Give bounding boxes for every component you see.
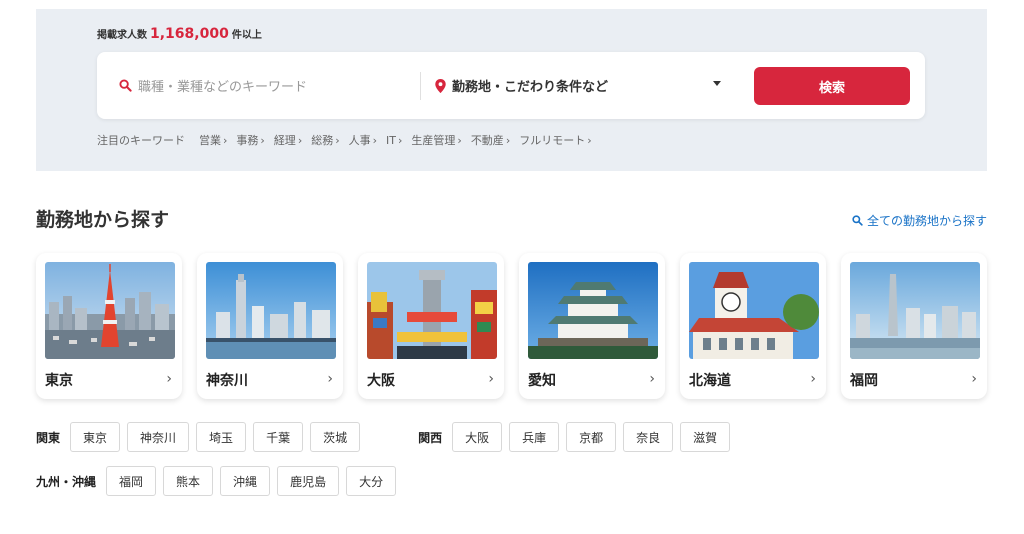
chevron-right-icon: › <box>372 134 378 147</box>
chevron-right-icon: › <box>223 134 228 147</box>
tsutenkaku-photo <box>367 262 497 359</box>
job-count-prefix: 掲載求人数 <box>97 30 147 41</box>
keyword-link[interactable]: フルリモート › <box>519 132 591 148</box>
chevron-right-icon: › <box>166 371 172 387</box>
pref-chip[interactable]: 兵庫 <box>509 422 560 452</box>
region-label-kansai: 関西 <box>418 430 443 445</box>
chevron-right-icon: › <box>810 371 816 387</box>
pref-chip[interactable]: 沖縄 <box>220 466 271 496</box>
pref-chip[interactable]: 京都 <box>566 422 617 452</box>
keyword-link[interactable]: 営業 › <box>199 132 227 148</box>
keyword-text: IT <box>386 133 396 147</box>
pref-chip[interactable]: 大分 <box>346 466 397 496</box>
location-name: 福岡 <box>850 373 878 389</box>
location-pin-icon <box>435 78 446 93</box>
keyword-text: 生産管理 <box>411 134 456 147</box>
sapporo-clock-tower-photo <box>689 262 819 359</box>
location-name: 東京 <box>45 373 73 389</box>
region-label-kyushu: 九州・沖縄 <box>36 474 97 489</box>
search-icon <box>852 215 863 226</box>
keyword-link[interactable]: 事務 › <box>236 132 264 148</box>
location-card-aichi[interactable]: 愛知 › <box>519 253 665 399</box>
location-cards: 東京 › 神奈川 › 大阪 › 愛知 › 北海道 › 福岡 › <box>36 253 987 401</box>
fukuoka-tower-photo <box>850 262 980 359</box>
yokohama-skyline-photo <box>206 262 336 359</box>
pref-chip[interactable]: 千葉 <box>253 422 304 452</box>
location-label: 勤務地・こだわり条件など <box>452 80 609 95</box>
pref-chip[interactable]: 奈良 <box>623 422 674 452</box>
location-card-kanagawa[interactable]: 神奈川 › <box>197 253 343 399</box>
keyword-text: 経理 <box>273 134 296 147</box>
section-title: 勤務地から探す <box>36 209 170 231</box>
keyword-link[interactable]: 生産管理 › <box>411 132 461 148</box>
location-card-fukuoka[interactable]: 福岡 › <box>841 253 987 399</box>
pref-chip[interactable]: 熊本 <box>163 466 214 496</box>
keyword-link[interactable]: 不動産 › <box>471 132 510 148</box>
location-name: 愛知 <box>528 373 556 389</box>
chevron-down-icon[interactable] <box>713 81 721 86</box>
search-divider <box>420 72 421 100</box>
keyword-link[interactable]: 人事 › <box>349 132 377 148</box>
keyword-text: 事務 <box>236 134 259 147</box>
keyword-text: 営業 <box>199 134 221 147</box>
featured-keywords-label: 注目のキーワード <box>97 134 185 147</box>
job-count-value: 1,168,000 <box>150 26 229 42</box>
region-row: 九州・沖縄 福岡 熊本 沖縄 鹿児島 大分 <box>36 466 403 496</box>
tokyo-tower-photo <box>45 262 175 359</box>
pref-chip[interactable]: 福岡 <box>106 466 157 496</box>
pref-chip[interactable]: 大阪 <box>452 422 503 452</box>
location-card-hokkaido[interactable]: 北海道 › <box>680 253 826 399</box>
pref-chip[interactable]: 滋賀 <box>680 422 731 452</box>
search-button[interactable]: 検索 <box>754 67 910 105</box>
chevron-right-icon: › <box>488 371 494 387</box>
location-name: 北海道 <box>689 373 731 389</box>
region-label-kanto: 関東 <box>36 430 61 445</box>
keyword-text: フルリモート <box>519 134 586 147</box>
job-count: 掲載求人数 1,168,000 件以上 <box>97 26 262 42</box>
pref-chip[interactable]: 鹿児島 <box>277 466 340 496</box>
location-card-osaka[interactable]: 大阪 › <box>358 253 504 399</box>
search-box: 職種・業種などのキーワード 勤務地・こだわり条件など 検索 <box>97 52 925 119</box>
pref-chip[interactable]: 神奈川 <box>127 422 190 452</box>
keyword-text: 不動産 <box>470 134 504 147</box>
keyword-text: 人事 <box>348 134 371 147</box>
pref-chip[interactable]: 茨城 <box>310 422 361 452</box>
keyword-link[interactable]: 経理 › <box>274 132 302 148</box>
nagoya-castle-photo <box>528 262 658 359</box>
chevron-right-icon: › <box>327 371 333 387</box>
chevron-right-icon: › <box>398 133 403 147</box>
keyword-input[interactable]: 職種・業種などのキーワード <box>119 76 307 95</box>
chevron-right-icon: › <box>457 134 462 147</box>
pref-chip[interactable]: 東京 <box>70 422 121 452</box>
chevron-right-icon: › <box>260 134 265 147</box>
location-name: 神奈川 <box>206 373 248 389</box>
keyword-link[interactable]: IT › <box>386 134 402 147</box>
chevron-right-icon: › <box>297 134 303 147</box>
search-icon <box>119 79 132 92</box>
featured-keywords: 注目のキーワード 営業 › 事務 › 経理 › 総務 › 人事 › IT › 生産管理 › 不… <box>97 132 601 148</box>
keyword-link[interactable]: 総務 › <box>311 132 339 148</box>
all-locations-label: 全ての勤務地から探す <box>866 214 987 228</box>
location-card-tokyo[interactable]: 東京 › <box>36 253 182 399</box>
chevron-right-icon: › <box>505 134 511 147</box>
chevron-right-icon: › <box>587 134 592 147</box>
chevron-right-icon: › <box>649 371 655 387</box>
all-locations-link[interactable]: 全ての勤務地から探す <box>852 212 987 229</box>
keyword-placeholder: 職種・業種などのキーワード <box>138 80 308 95</box>
job-count-suffix: 件以上 <box>231 30 262 41</box>
location-select[interactable]: 勤務地・こだわり条件など <box>435 76 608 95</box>
location-name: 大阪 <box>367 373 395 389</box>
pref-chip[interactable]: 埼玉 <box>196 422 247 452</box>
chevron-right-icon: › <box>335 134 340 147</box>
keyword-text: 総務 <box>311 134 334 147</box>
region-row: 関東 東京 神奈川 埼玉 千葉 茨城 関西 大阪 兵庫 京都 奈良 滋賀 <box>36 422 737 452</box>
chevron-right-icon: › <box>971 371 977 387</box>
